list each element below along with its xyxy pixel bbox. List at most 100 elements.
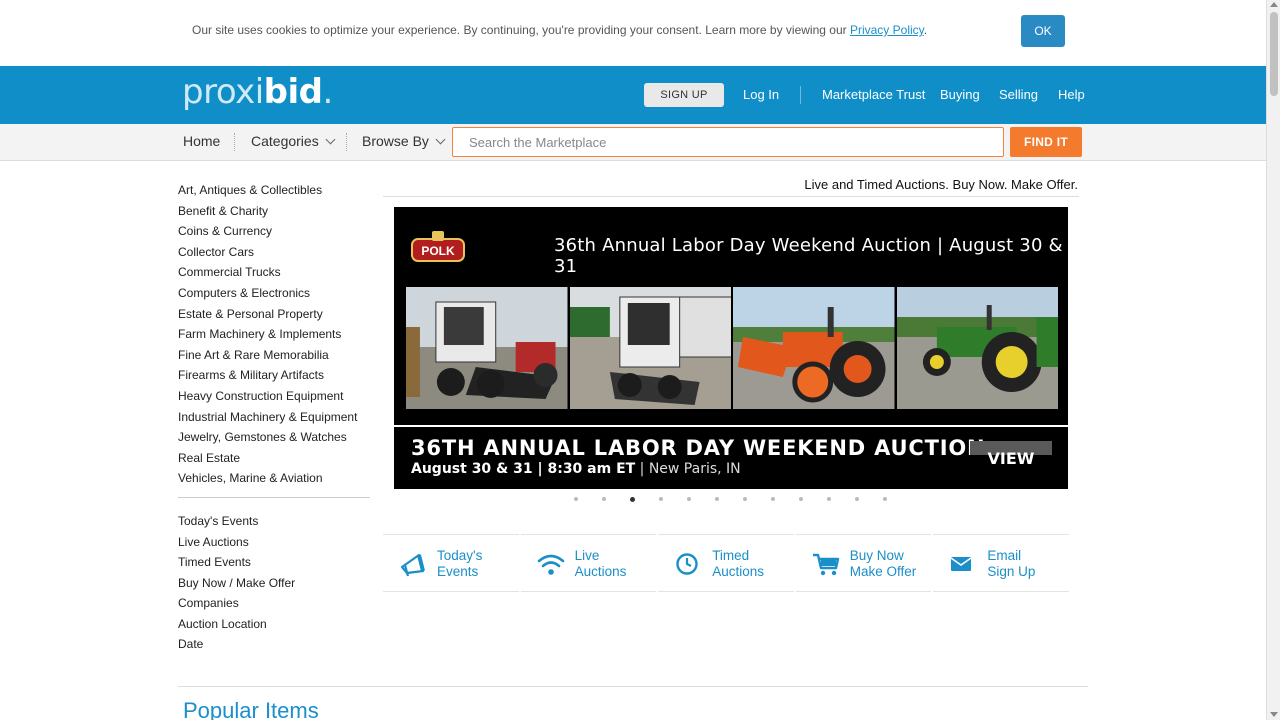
nav-categories-dropdown[interactable]: Categories [251, 133, 336, 149]
proxibid-logo[interactable]: proxibid. [182, 72, 333, 112]
sidebar-category-item[interactable]: Heavy Construction Equipment [178, 388, 370, 409]
carousel-dot[interactable] [883, 497, 887, 501]
banner-title: 36TH ANNUAL LABOR DAY WEEKEND AUCTION [411, 436, 986, 460]
quick-link-label: Email Sign Up [987, 548, 1036, 579]
scroll-thumb[interactable] [1270, 12, 1278, 96]
nav-separator [346, 133, 347, 151]
quick-link-buy-now[interactable]: Buy Now Make Offer [795, 534, 932, 592]
banner-divider [394, 425, 1068, 427]
scroll-down-arrow-icon[interactable] [1270, 712, 1278, 717]
banner-location: | New Paris, IN [635, 461, 741, 477]
banner-date-time: August 30 & 31 | 8:30 am ET [411, 461, 636, 477]
quick-link-label: Live Auctions [574, 548, 627, 579]
sidebar-category-item[interactable]: Estate & Personal Property [178, 306, 370, 327]
sidebar-category-item[interactable]: Firearms & Military Artifacts [178, 367, 370, 388]
help-link[interactable]: Help [1058, 87, 1085, 102]
sidebar-browse-item[interactable]: Live Auctions [178, 534, 370, 555]
chevron-down-icon [325, 134, 336, 145]
sidebar-category-item[interactable]: Collector Cars [178, 244, 370, 265]
quick-link-label: Timed Auctions [712, 548, 764, 579]
quick-link-live-auctions[interactable]: Live Auctions [520, 534, 657, 592]
search-input[interactable] [452, 127, 1004, 157]
carousel-dot[interactable] [771, 497, 775, 501]
marketplace-trust-link[interactable]: Marketplace Trust [822, 87, 925, 102]
polk-logo-text: POLK [421, 244, 455, 258]
cookie-message: Our site uses cookies to optimize your e… [192, 23, 927, 37]
carousel-dot[interactable] [574, 497, 578, 501]
polk-auction-logo: POLK [411, 231, 465, 262]
sidebar-category-item[interactable]: Benefit & Charity [178, 203, 370, 224]
carousel-dot[interactable] [687, 497, 691, 501]
cookie-text: Our site uses cookies to optimize your e… [192, 23, 850, 37]
carousel-dot[interactable] [659, 497, 663, 501]
sign-up-button[interactable]: SIGN UP [644, 83, 724, 107]
nav-categories-label: Categories [251, 133, 319, 149]
green-tractor-photo [896, 287, 1058, 409]
sidebar: Art, Antiques & Collectibles Benefit & C… [178, 182, 370, 657]
sidebar-category-item[interactable]: Fine Art & Rare Memorabilia [178, 347, 370, 368]
featured-auction-banner[interactable]: POLK 36th Annual Labor Day Weekend Aucti… [394, 207, 1068, 489]
sidebar-category-item[interactable]: Industrial Machinery & Equipment [178, 409, 370, 430]
envelope-icon [950, 557, 972, 571]
carousel-dot[interactable] [630, 497, 635, 502]
view-label: VIEW [987, 448, 1035, 468]
section-divider [178, 686, 1088, 687]
carousel-dot[interactable] [827, 497, 831, 501]
carousel-dot[interactable] [602, 497, 606, 501]
wifi-icon [537, 554, 564, 575]
sidebar-divider [178, 496, 370, 498]
cookie-text-end: . [923, 23, 928, 37]
quick-link-todays-events[interactable]: Today's Events [383, 534, 519, 592]
sidebar-category-item[interactable]: Vehicles, Marine & Aviation [178, 470, 370, 491]
skid-steer-photo [406, 287, 568, 409]
logo-dot: . [322, 72, 333, 112]
sidebar-browse-item[interactable]: Date [178, 636, 370, 657]
sidebar-browse-item[interactable]: Timed Events [178, 554, 370, 575]
nav-separator [234, 133, 235, 151]
banner-photos [406, 287, 1058, 409]
nav-browse-label: Browse By [362, 133, 429, 149]
page-scrollbar[interactable] [1266, 0, 1280, 720]
sidebar-browse-item[interactable]: Companies [178, 595, 370, 616]
sidebar-category-item[interactable]: Coins & Currency [178, 223, 370, 244]
chevron-down-icon [435, 134, 446, 145]
sidebar-browse-item[interactable]: Buy Now / Make Offer [178, 575, 370, 596]
cookie-ok-button[interactable]: OK [1021, 15, 1065, 47]
nav-browse-by-dropdown[interactable]: Browse By [362, 133, 446, 149]
sidebar-category-item[interactable]: Real Estate [178, 450, 370, 471]
carousel-dot[interactable] [855, 497, 859, 501]
quick-link-timed-auctions[interactable]: Timed Auctions [658, 534, 794, 592]
sidebar-category-item[interactable]: Computers & Electronics [178, 285, 370, 306]
buying-link[interactable]: Buying [940, 87, 980, 102]
quick-link-email-signup[interactable]: Email Sign Up [933, 534, 1069, 592]
log-in-link[interactable]: Log In [743, 87, 779, 102]
carousel-dot[interactable] [715, 497, 719, 501]
banner-heading: 36th Annual Labor Day Weekend Auction | … [554, 235, 1063, 277]
orange-tractor-photo [733, 287, 895, 409]
quick-links: Today's Events Live Auctions Timed Auctions… [383, 534, 1069, 592]
nav-home[interactable]: Home [183, 133, 220, 149]
scroll-up-arrow-icon[interactable] [1270, 2, 1278, 7]
banner-subtitle: August 30 & 31 | 8:30 am ET | New Paris,… [411, 461, 741, 477]
sidebar-category-item[interactable]: Jewelry, Gemstones & Watches [178, 429, 370, 450]
cart-icon [812, 553, 839, 576]
carousel-dot[interactable] [799, 497, 803, 501]
sidebar-category-item[interactable]: Farm Machinery & Implements [178, 326, 370, 347]
clock-icon [676, 553, 698, 575]
selling-link[interactable]: Selling [999, 87, 1038, 102]
quick-link-label: Buy Now Make Offer [849, 548, 917, 579]
sidebar-category-item[interactable]: Commercial Trucks [178, 264, 370, 285]
sidebar-browse-item[interactable]: Auction Location [178, 616, 370, 637]
privacy-policy-link[interactable]: Privacy Policy [850, 23, 924, 37]
carousel-dot[interactable] [743, 497, 747, 501]
sidebar-category-item[interactable]: Art, Antiques & Collectibles [178, 182, 370, 203]
popular-items-heading: Popular Items [183, 698, 319, 720]
logo-text-light: proxi [182, 72, 264, 112]
carousel-dots [574, 497, 887, 502]
sidebar-browse-item[interactable]: Today's Events [178, 513, 370, 534]
find-it-button[interactable]: FIND IT [1010, 127, 1082, 157]
skid-steer-photo-2 [569, 287, 731, 409]
view-auction-button[interactable]: VIEW [970, 441, 1052, 473]
site-header: proxibid. SIGN UP Log In Marketplace Tru… [0, 66, 1266, 124]
nav-bar: Home Categories Browse By FIND IT [0, 124, 1266, 161]
